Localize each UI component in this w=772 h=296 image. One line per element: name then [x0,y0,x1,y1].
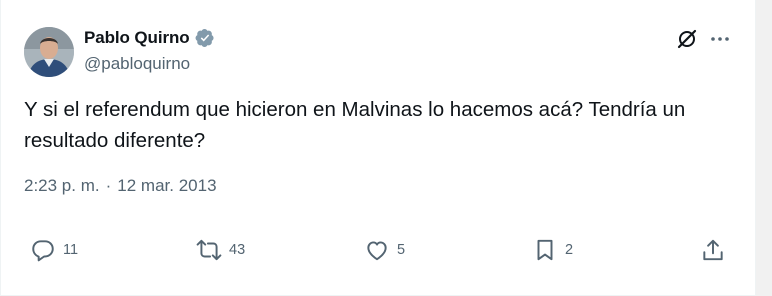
reply-count: 11 [63,242,79,258]
tweet-text: Y si el referendum que hicieron en Malvi… [24,98,686,152]
like-icon [367,241,387,261]
reply-icon [32,240,54,262]
retweet-button[interactable]: 43 [196,234,245,266]
avatar-image [24,27,74,77]
reply-button[interactable]: 11 [30,234,78,266]
tweet-date[interactable]: 12 mar. 2013 [117,176,216,196]
verified-badge-icon[interactable] [195,28,215,48]
tweet-time[interactable]: 2:23 p. m. [24,176,100,196]
like-count: 5 [397,242,406,258]
bookmark-icon [537,239,553,261]
author-name-row: Pablo Quirno [84,28,215,48]
author-display-name[interactable]: Pablo Quirno [84,28,190,48]
like-button[interactable]: 5 [364,234,405,266]
tweet-card: Pablo Quirno @pabloquirno Y si el refere… [0,0,756,296]
retweet-count: 43 [229,242,246,258]
bookmark-count: 2 [565,242,574,258]
avatar[interactable] [24,27,74,77]
bookmark-button[interactable]: 2 [532,234,573,266]
action-bar: 11 43 5 2 [1,234,757,266]
more-icon[interactable] [708,27,732,51]
scrollbar[interactable] [756,0,772,296]
grok-icon[interactable] [675,27,699,51]
retweet-icon [196,239,222,261]
author-handle[interactable]: @pabloquirno [84,54,190,74]
meta-separator: · [105,176,112,195]
share-icon [703,239,723,261]
share-button[interactable] [700,234,726,266]
tweet-meta: 2:23 p. m. · 12 mar. 2013 [24,176,217,196]
